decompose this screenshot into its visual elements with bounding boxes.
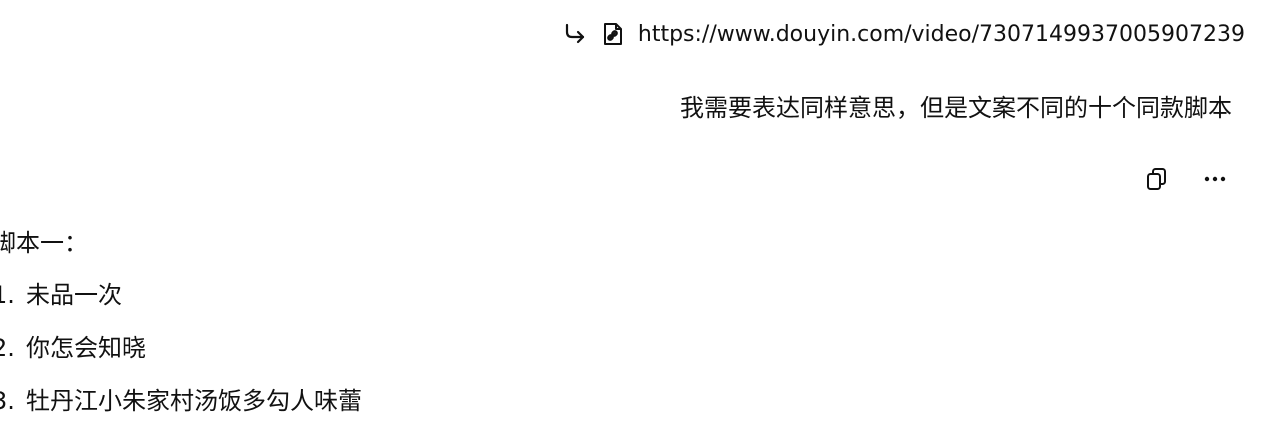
user-message: 我需要表达同样意思，但是文案不同的十个同款脚本 [680, 94, 1232, 122]
file-link-icon [600, 21, 626, 47]
copy-icon[interactable] [1142, 164, 1172, 194]
list-item: 2. 你怎会知晓 [0, 331, 362, 365]
list-item-number: 3. [0, 387, 15, 415]
list-item-number: 2. [0, 334, 15, 362]
assistant-answer: 脚本一： 1. 未品一次 2. 你怎会知晓 3. 牡丹江小朱家村汤饭多勾人味蕾 [0, 226, 362, 437]
list-item-text: 你怎会知晓 [26, 334, 146, 362]
answer-heading: 脚本一： [0, 229, 88, 257]
message-actions [1142, 164, 1230, 194]
list-item: 1. 未品一次 [0, 278, 362, 312]
list-item-text: 牡丹江小朱家村汤饭多勾人味蕾 [26, 387, 362, 415]
more-icon[interactable] [1200, 164, 1230, 194]
list-item-number: 1. [0, 281, 15, 309]
list-item: 3. 牡丹江小朱家村汤饭多勾人味蕾 [0, 384, 362, 418]
shared-link-row: https://www.douyin.com/video/73071499370… [562, 18, 1245, 50]
list-item-text: 未品一次 [26, 281, 122, 309]
reply-arrow-icon [562, 21, 588, 47]
shared-link-url[interactable]: https://www.douyin.com/video/73071499370… [638, 22, 1245, 47]
answer-list: 1. 未品一次 2. 你怎会知晓 3. 牡丹江小朱家村汤饭多勾人味蕾 [0, 278, 362, 418]
